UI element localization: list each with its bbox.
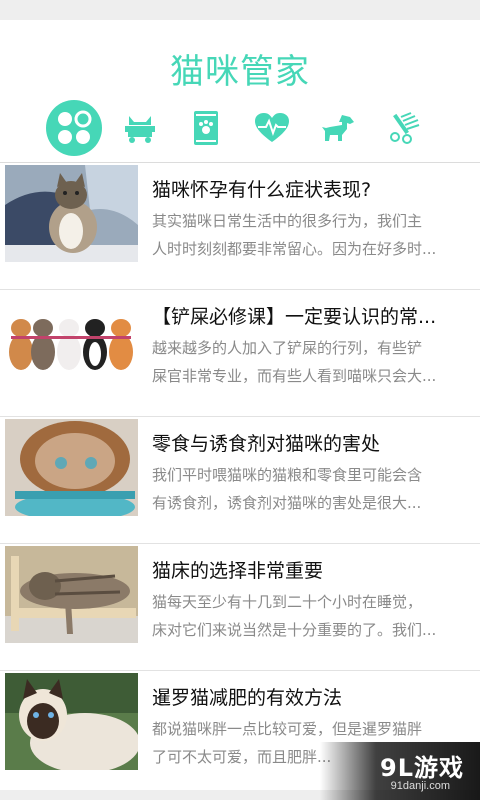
article-title: 猫咪怀孕有什么症状表现? — [152, 179, 372, 201]
article-description-line: 屎官非常专业，而有些人看到喵咪只会大... — [152, 367, 437, 385]
grooming-comb-icon — [390, 112, 420, 144]
grid-icon — [46, 100, 102, 156]
article-title: 暹罗猫减肥的有效方法 — [152, 687, 343, 709]
article-description: 我们平时喂猫咪的猫粮和零食里可能会含 有诱食剂，诱食剂对猫咪的害处是很大... — [152, 461, 474, 517]
article-description-line: 都说猫咪胖一点比较可爱，但是暹罗猫胖 — [152, 720, 423, 738]
cat-food-icon — [194, 111, 218, 145]
article-title: 猫床的选择非常重要 — [152, 560, 324, 582]
article-description-line: 猫每天至少有十几到二十个小时在睡觉， — [152, 593, 423, 611]
article-item[interactable]: 猫咪怀孕有什么症状表现? 其实猫咪日常生活中的很多行为，我们主 人时时刻刻都要非… — [0, 163, 480, 289]
app-title: 猫咪管家 — [170, 52, 310, 92]
article-item[interactable]: 零食与诱食剂对猫咪的害处 我们平时喂猫咪的猫粮和零食里可能会含 有诱食剂，诱食剂… — [0, 416, 480, 543]
article-item[interactable]: 猫床的选择非常重要 猫每天至少有十几到二十个小时在睡觉， 床对它们来说当然是十分… — [0, 543, 480, 670]
article-thumbnail — [5, 165, 138, 262]
status-bar — [0, 0, 480, 20]
article-description-line: 人时时刻刻都要非常留心。因为在好多时... — [152, 240, 437, 258]
article-description-line: 有诱食剂，诱食剂对猫咪的害处是很大... — [152, 494, 422, 512]
category-grid-button[interactable] — [44, 98, 104, 158]
article-thumbnail — [5, 546, 138, 643]
article-thumbnail — [5, 419, 138, 516]
article-description-line: 我们平时喂猫咪的猫粮和零食里可能会含 — [152, 466, 423, 484]
article-title: 零食与诱食剂对猫咪的害处 — [152, 433, 381, 455]
article-description-line: 床对它们来说当然是十分重要的了。我们... — [152, 621, 437, 639]
category-health-button[interactable] — [242, 98, 302, 158]
category-food-button[interactable] — [176, 98, 236, 158]
category-dog-button[interactable] — [308, 98, 368, 158]
article-description-line: 其实猫咪日常生活中的很多行为，我们主 — [152, 212, 423, 230]
article-thumbnail — [5, 673, 138, 770]
watermark-site: 91danji.com — [390, 780, 450, 792]
site-watermark: 9L游戏 91danji.com — [320, 742, 480, 800]
article-description: 越来越多的人加入了铲屎的行列，有些铲 屎官非常专业，而有些人看到喵咪只会大... — [152, 334, 474, 390]
article-description: 其实猫咪日常生活中的很多行为，我们主 人时时刻刻都要非常留心。因为在好多时... — [152, 207, 474, 263]
article-description: 猫每天至少有十几到二十个小时在睡觉， 床对它们来说当然是十分重要的了。我们... — [152, 588, 474, 644]
article-title: 【铲屎必修课】一定要认识的常... — [152, 306, 437, 328]
dog-icon — [322, 115, 354, 141]
article-item[interactable]: 【铲屎必修课】一定要认识的常... 越来越多的人加入了铲屎的行列，有些铲 屎官非… — [0, 289, 480, 416]
article-description-line: 越来越多的人加入了铲屎的行列，有些铲 — [152, 339, 423, 357]
category-bed-button[interactable] — [110, 98, 170, 158]
cat-bed-icon — [125, 116, 155, 143]
article-list: 猫咪怀孕有什么症状表现? 其实猫咪日常生活中的很多行为，我们主 人时时刻刻都要非… — [0, 163, 480, 797]
heartbeat-icon — [255, 113, 289, 142]
article-thumbnail — [5, 292, 138, 389]
category-bar — [0, 98, 480, 162]
category-grooming-button[interactable] — [374, 98, 434, 158]
watermark-logo: 9L游戏 — [380, 754, 464, 782]
header: 猫咪管家 — [0, 20, 480, 162]
